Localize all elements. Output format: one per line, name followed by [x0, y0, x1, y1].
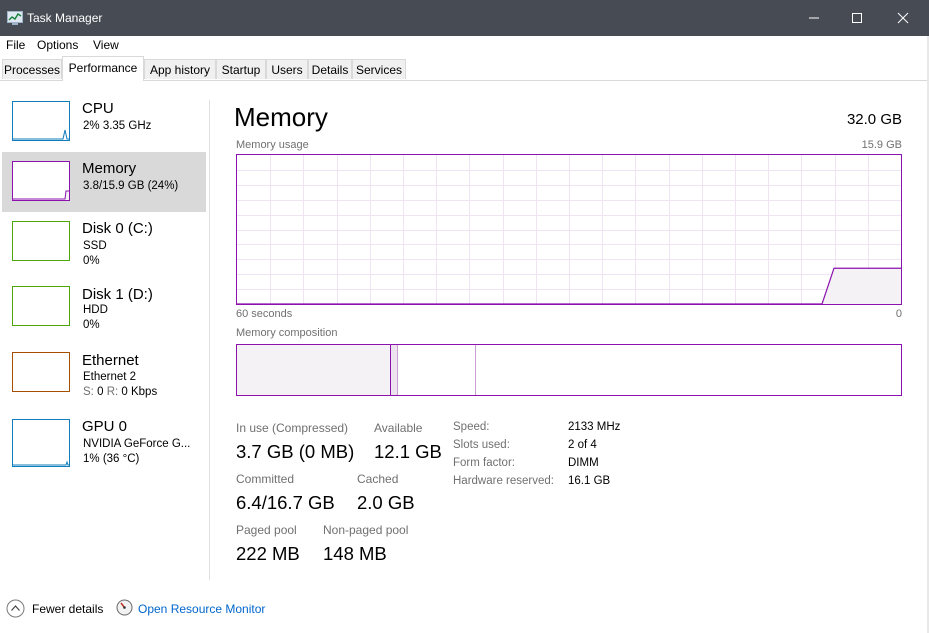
available-value: 12.1 GB	[374, 441, 442, 462]
cpu-sparkline	[13, 129, 69, 140]
menu-file[interactable]: File	[6, 38, 25, 52]
gpu-sparkline	[13, 460, 69, 466]
sidebar-item-detail: HDD	[83, 304, 108, 316]
composition-in-use	[237, 345, 391, 395]
maximize-button[interactable]	[834, 0, 880, 36]
menu-bar: File Options View	[0, 36, 929, 56]
slots-used-value: 2 of 4	[568, 439, 597, 451]
sidebar-item-memory[interactable]: Memory 3.8/15.9 GB (24%)	[2, 152, 206, 212]
sidebar-item-name: CPU	[82, 100, 114, 117]
receive-label: R:	[106, 386, 119, 398]
sidebar-item-detail: 3.8/15.9 GB (24%)	[83, 180, 179, 192]
footer-bar: Fewer details Open Resource Monitor	[0, 595, 929, 623]
graph-axis-right: 0	[895, 308, 902, 320]
page-title: Memory	[234, 102, 328, 132]
open-resource-monitor-link[interactable]: Open Resource Monitor	[138, 602, 265, 616]
available-label: Available	[374, 421, 423, 435]
form-factor-value: DIMM	[568, 457, 599, 469]
paged-pool-value: 222 MB	[236, 543, 300, 564]
tab-performance[interactable]: Performance	[62, 56, 144, 81]
disk1-thumbnail-graph	[12, 286, 70, 326]
hardware-reserved-label: Hardware reserved:	[453, 475, 554, 487]
memory-composition-label: Memory composition	[236, 327, 338, 339]
memory-usage-chart	[237, 155, 901, 305]
speed-value: 2133 MHz	[568, 421, 621, 433]
memory-sparkline	[13, 190, 69, 200]
sidebar-item-ethernet[interactable]: Ethernet Ethernet 2 S: 0 R: 0 Kbps	[2, 344, 206, 404]
send-value: 0	[97, 386, 104, 398]
sidebar-item-detail: 0%	[83, 255, 100, 267]
window-title: Task Manager	[27, 11, 103, 25]
form-factor-label: Form factor:	[453, 457, 515, 469]
sidebar-item-name: Memory	[82, 160, 137, 177]
memory-usage-max: 15.9 GB	[861, 139, 902, 151]
cached-label: Cached	[357, 472, 399, 486]
minimize-button[interactable]	[791, 0, 837, 36]
in-use-label: In use (Compressed)	[236, 421, 349, 435]
paged-pool-label: Paged pool	[236, 523, 297, 537]
task-manager-icon	[7, 11, 23, 25]
resource-monitor-icon	[116, 599, 133, 616]
sidebar-item-detail: 0%	[83, 319, 100, 331]
sidebar-item-detail: Ethernet 2	[83, 371, 137, 383]
speed-label: Speed:	[453, 421, 490, 433]
chevron-up-icon[interactable]	[6, 599, 25, 618]
sidebar-item-detail: 1% (36 °C)	[83, 453, 140, 465]
sidebar-item-detail: 2% 3.35 GHz	[83, 120, 152, 132]
sidebar-item-gpu0[interactable]: GPU 0 NVIDIA GeForce G... 1% (36 °C)	[2, 410, 206, 470]
close-icon	[897, 12, 909, 24]
menu-options[interactable]: Options	[37, 38, 78, 52]
send-label: S:	[83, 386, 94, 398]
graph-grid	[237, 155, 901, 304]
tab-app-history[interactable]: App history	[144, 59, 216, 79]
memory-composition-bar	[236, 344, 902, 396]
tab-users[interactable]: Users	[266, 59, 308, 79]
gpu-thumbnail-graph	[12, 419, 70, 467]
slots-used-label: Slots used:	[453, 439, 510, 451]
menu-view[interactable]: View	[93, 38, 119, 52]
cached-value: 2.0 GB	[357, 492, 415, 513]
in-use-value: 3.7 GB (0 MB)	[236, 441, 355, 462]
memory-usage-label: Memory usage	[236, 139, 309, 151]
ethernet-throughput: S: 0 R: 0 Kbps	[83, 386, 157, 398]
tab-bar: Processes Performance App history Startu…	[0, 56, 929, 81]
committed-label: Committed	[236, 472, 295, 486]
sidebar-item-name: Disk 0 (C:)	[82, 220, 153, 237]
sidebar-item-detail: SSD	[83, 240, 107, 252]
sidebar-item-cpu[interactable]: CPU 2% 3.35 GHz	[2, 92, 206, 152]
tab-details[interactable]: Details	[308, 59, 352, 79]
minimize-icon	[809, 17, 819, 19]
sidebar-item-disk1[interactable]: Disk 1 (D:) HDD 0%	[2, 278, 206, 338]
sidebar-item-name: Ethernet	[82, 352, 139, 369]
tab-services[interactable]: Services	[352, 59, 406, 79]
resource-sidebar: CPU 2% 3.35 GHz Memory 3.8/15.9 GB (24%)…	[0, 80, 210, 580]
tab-processes[interactable]: Processes	[2, 59, 62, 79]
committed-value: 6.4/16.7 GB	[236, 492, 335, 513]
sidebar-item-name: Disk 1 (D:)	[82, 286, 153, 303]
memory-thumbnail-graph	[12, 161, 70, 201]
memory-usage-graph	[236, 154, 902, 305]
close-button[interactable]	[880, 0, 926, 36]
disk0-thumbnail-graph	[12, 221, 70, 261]
cpu-thumbnail-graph	[12, 101, 70, 141]
non-paged-pool-label: Non-paged pool	[323, 523, 409, 537]
sidebar-item-disk0[interactable]: Disk 0 (C:) SSD 0%	[2, 212, 206, 272]
usage-area	[822, 268, 901, 304]
non-paged-pool-value: 148 MB	[323, 543, 387, 564]
composition-modified	[391, 345, 398, 395]
memory-panel: Memory 32.0 GB Memory usage 15.9 GB 60 s…	[210, 80, 929, 580]
title-bar: Task Manager	[0, 0, 929, 36]
graph-axis-left: 60 seconds	[236, 308, 293, 320]
total-memory: 32.0 GB	[846, 111, 902, 128]
composition-standby	[398, 345, 476, 395]
fewer-details-link[interactable]: Fewer details	[32, 602, 103, 616]
tab-startup[interactable]: Startup	[216, 59, 266, 79]
hardware-reserved-value: 16.1 GB	[568, 475, 611, 487]
sidebar-item-detail: NVIDIA GeForce G...	[83, 438, 191, 450]
maximize-icon	[852, 13, 862, 23]
ethernet-thumbnail-graph	[12, 352, 70, 392]
sidebar-item-name: GPU 0	[82, 418, 128, 435]
receive-value: 0 Kbps	[121, 386, 158, 398]
